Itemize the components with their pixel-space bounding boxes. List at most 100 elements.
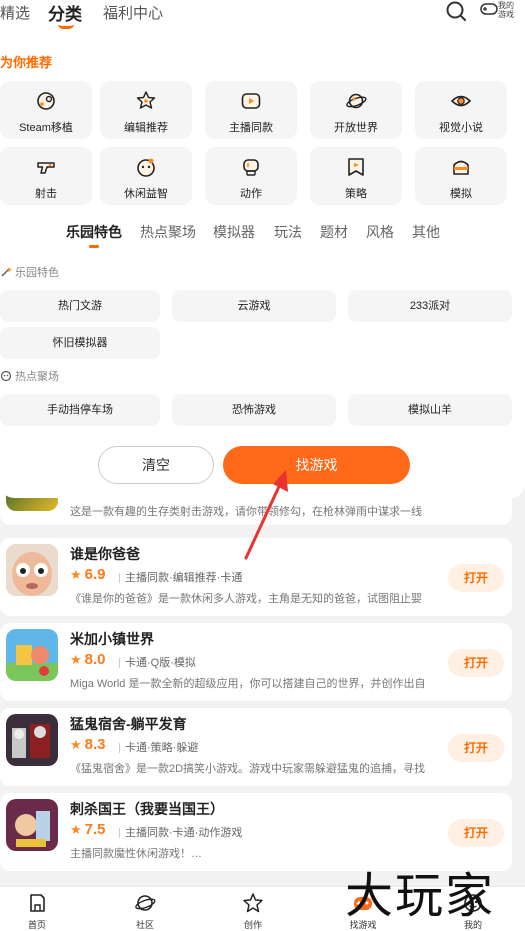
game-tags-text: 主播同款·卡通·动作游戏 [125, 827, 243, 839]
eye-icon [450, 95, 472, 107]
game-score: 8.3 [84, 736, 106, 753]
game-thumbnail [6, 799, 58, 851]
chip-233-party[interactable]: 233派对 [348, 290, 512, 322]
game-thumbnail [6, 714, 58, 766]
game-description: Miga World 是一款全新的超级应用，你可以搭建自己的世界，并创作出自 [70, 678, 426, 690]
planet-icon [135, 895, 156, 911]
category-label: 编辑推荐 [124, 122, 168, 134]
open-button[interactable]: 打开 [448, 734, 504, 762]
category-action[interactable]: 动作 [205, 147, 297, 205]
game-description: 《猛鬼宿舍》是一款2D搞笑小游戏。游戏中玩家需躲避猛鬼的追捕，寻找 [70, 763, 426, 775]
tab-welfare[interactable]: 福利中心 [103, 2, 163, 23]
category-shooter[interactable]: 射击 [0, 147, 92, 205]
wand-icon [1, 267, 12, 277]
category-label: 视觉小说 [439, 122, 483, 134]
game-tags-text: 卡通·Q版·模拟 [125, 657, 196, 669]
play-video-icon [241, 93, 261, 109]
face-icon [0, 370, 12, 382]
tab-other[interactable]: 其他 [412, 222, 440, 242]
tab-hot-spot[interactable]: 热点聚场 [140, 222, 196, 242]
filter-tabs: 乐园特色 热点聚场 模拟器 玩法 题材 风格 其他 [0, 222, 525, 244]
category-label: 休闲益智 [124, 188, 168, 200]
tab-featured[interactable]: 精选 [0, 2, 30, 23]
category-label: 策略 [345, 188, 367, 200]
recommend-title: 为你推荐 [0, 55, 53, 70]
chip-horror-games[interactable]: 恐怖游戏 [172, 394, 336, 426]
top-nav: 精选 分类 福利中心 我的游戏 [0, 0, 525, 32]
category-label: Steam移植 [19, 122, 73, 134]
category-label: 模拟 [450, 188, 472, 200]
clear-button[interactable]: 清空 [98, 446, 214, 484]
category-steam[interactable]: Steam移植 [0, 81, 92, 139]
tab-theme[interactable]: 题材 [320, 222, 348, 242]
chip-manual-parking[interactable]: 手动挡停车场 [0, 394, 160, 426]
category-label: 动作 [240, 188, 262, 200]
gamepad-icon [480, 3, 498, 15]
category-visual-novel[interactable]: 视觉小说 [415, 81, 507, 139]
annotation-arrow-icon [244, 470, 288, 560]
active-tab-indicator [58, 24, 74, 29]
game-rating: ★ 8.3 [70, 736, 106, 753]
game-tags: 主播同款·编辑推荐·卡通 [114, 569, 242, 585]
tab-park-feature[interactable]: 乐园特色 [66, 222, 122, 242]
star-badge-icon [136, 91, 156, 109]
game-rating: ★ 6.9 [70, 566, 106, 583]
chip-goat-simulator[interactable]: 模拟山羊 [348, 394, 512, 426]
open-button[interactable]: 打开 [448, 819, 504, 847]
category-editor-pick[interactable]: 编辑推荐 [100, 81, 192, 139]
game-tags: 卡通·Q版·模拟 [114, 654, 196, 670]
chip-hot-text-games[interactable]: 热门文游 [0, 290, 160, 322]
category-streamer[interactable]: 主播同款 [205, 81, 297, 139]
game-thumbnail [6, 544, 58, 596]
chip-cloud-games[interactable]: 云游戏 [172, 290, 336, 322]
open-button[interactable]: 打开 [448, 649, 504, 677]
game-tags: 主播同款·卡通·动作游戏 [114, 824, 242, 840]
nav-label: 创作 [243, 920, 262, 930]
tab-style[interactable]: 风格 [366, 222, 394, 242]
section-header: 热点聚场 [0, 368, 59, 384]
game-tags: 卡通·策略·躲避 [114, 739, 198, 755]
nav-home[interactable]: 首页 [12, 892, 62, 931]
cake-icon [453, 160, 469, 175]
game-tags-text: 卡通·策略·躲避 [125, 742, 199, 754]
open-button[interactable]: 打开 [448, 564, 504, 592]
game-name: 谁是你爸爸 [70, 546, 140, 562]
game-rating: ★ 7.5 [70, 821, 106, 838]
star-icon: ★ [70, 566, 82, 582]
chip-retro-emulator[interactable]: 怀旧模拟器 [0, 327, 160, 359]
tab-category[interactable]: 分类 [48, 0, 82, 25]
game-name: 猛鬼宿舍-躺平发育 [70, 716, 187, 732]
game-rating: ★ 8.0 [70, 651, 106, 668]
tab-emulator[interactable]: 模拟器 [213, 222, 255, 242]
game-name: 米加小镇世界 [70, 631, 154, 647]
nav-label: 首页 [27, 920, 46, 930]
home-icon [30, 894, 45, 912]
category-label: 开放世界 [334, 122, 378, 134]
game-card[interactable]: 猛鬼宿舍-躺平发育 ★ 8.3 卡通·策略·躲避 《猛鬼宿舍》是一款2D搞笑小游戏… [0, 708, 512, 786]
category-label: 主播同款 [229, 122, 273, 134]
puzzle-face-icon [137, 158, 155, 177]
game-score: 8.0 [84, 651, 106, 668]
star-icon: ★ [70, 821, 82, 837]
my-games-label: 我的游戏 [498, 1, 514, 19]
category-filter-panel: 精选 分类 福利中心 我的游戏 为你推荐 Steam移植 编辑推荐 主播同款 开… [0, 0, 525, 498]
category-strategy[interactable]: 策略 [310, 147, 402, 205]
game-thumbnail [6, 629, 58, 681]
category-casual-puzzle[interactable]: 休闲益智 [100, 147, 192, 205]
fist-icon [243, 159, 259, 176]
search-icon[interactable] [445, 0, 467, 22]
category-simulation[interactable]: 模拟 [415, 147, 507, 205]
tab-gameplay[interactable]: 玩法 [274, 222, 302, 242]
watermark-text: 大玩家 [345, 868, 496, 924]
star-icon [243, 893, 263, 913]
nav-label: 社区 [135, 920, 154, 930]
filter-tab-indicator [89, 245, 99, 248]
category-open-world[interactable]: 开放世界 [310, 81, 402, 139]
flag-icon [348, 158, 364, 176]
my-games-button[interactable]: 我的游戏 [480, 0, 520, 24]
nav-create[interactable]: 创作 [228, 892, 278, 931]
game-tags-text: 主播同款·编辑推荐·卡通 [125, 572, 243, 584]
nav-community[interactable]: 社区 [120, 892, 170, 931]
game-card[interactable]: 米加小镇世界 ★ 8.0 卡通·Q版·模拟 Miga World 是一款全新的超级… [0, 623, 512, 701]
game-score: 6.9 [84, 566, 106, 583]
